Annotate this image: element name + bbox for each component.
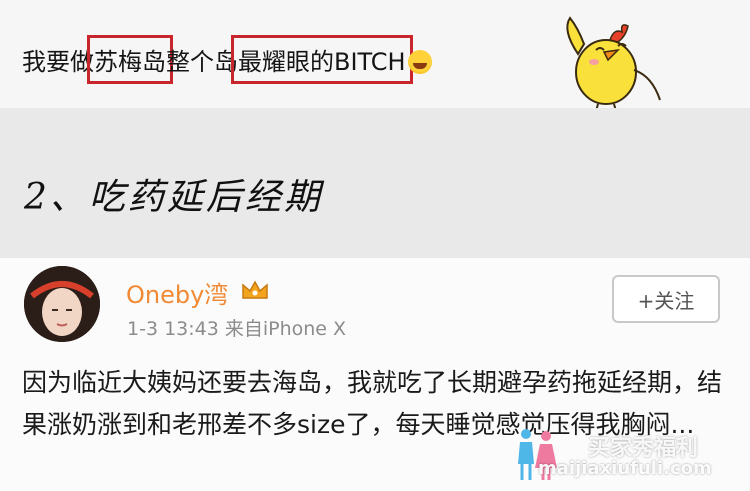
watermark: 买家秀福利 maijiaxiufuli.com [512,426,742,484]
chick-sticker-icon [566,16,661,119]
post-meta: 1-3 13:43 来自iPhone X [127,318,347,340]
post-username[interactable]: Oneby湾 [126,275,228,310]
follow-button[interactable]: +关注 [612,275,720,323]
laughing-emoji-icon [407,50,432,74]
avatar-image [24,266,100,342]
crown-icon [242,280,268,299]
caption-part-2: 整个岛 [166,48,238,76]
watermark-url-text: maijiaxiufuli.com [538,458,712,479]
section-title: 2、吃药延后经期 [24,177,323,218]
caption-highlight-phrase: 最耀眼的BITCH [231,35,413,84]
caption-text: 我要做苏梅岛整个岛最耀眼的BITCH [22,35,432,84]
caption-highlight-location: 苏梅岛 [87,35,173,84]
avatar[interactable] [24,266,100,342]
caption-part-1: 我要做 [22,48,94,76]
